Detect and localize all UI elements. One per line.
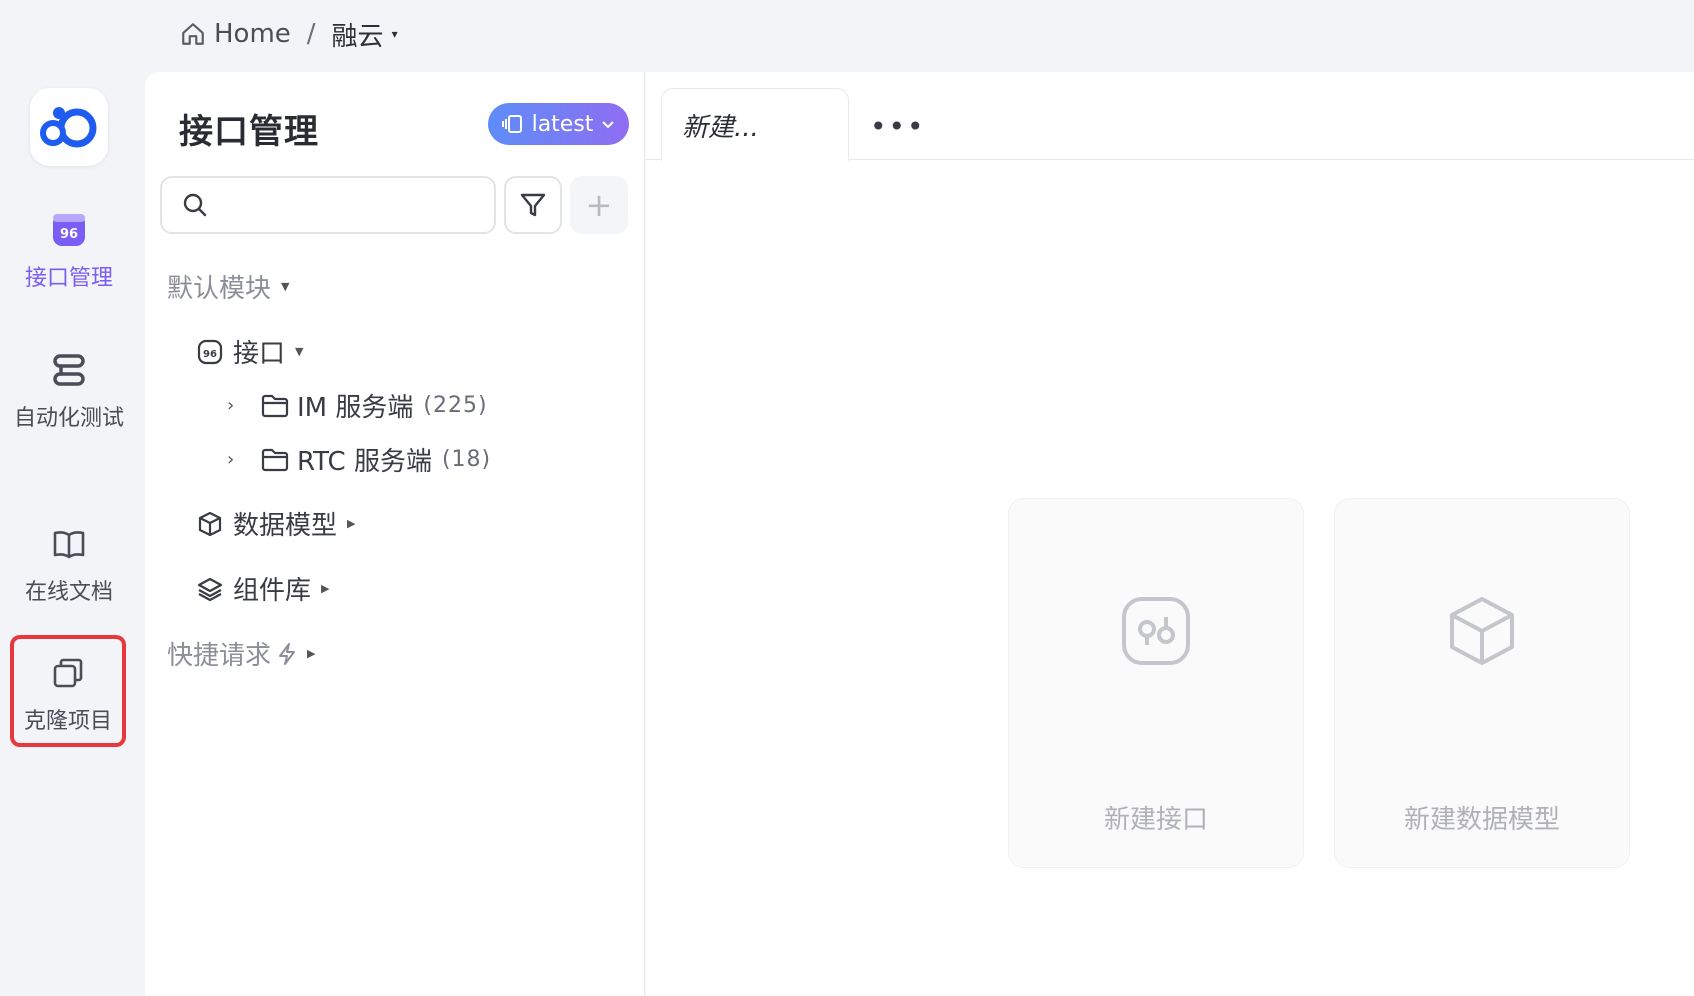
tree-label: RTC 服务端 [297, 447, 432, 477]
copy-icon [48, 653, 88, 693]
caret-down-icon: ▼ [281, 280, 290, 293]
version-selector[interactable]: latest [488, 103, 629, 145]
tree-label: 快捷请求 [167, 641, 272, 671]
folder-icon [261, 392, 289, 420]
svg-text:96: 96 [203, 349, 217, 360]
rail-item-label: 克隆项目 [23, 709, 112, 734]
rail-item-automation-test[interactable]: 自动化测试 [0, 350, 138, 432]
caret-right-icon: ▶ [307, 647, 316, 660]
filter-icon [520, 193, 546, 217]
tree-data-model[interactable]: 数据模型 ▶ [197, 505, 355, 542]
caret-down-icon: ▼ [295, 345, 304, 358]
cube-icon [1450, 597, 1514, 665]
project-dropdown-caret-icon[interactable]: ▾ [392, 27, 398, 41]
caret-right-icon: ▶ [321, 582, 330, 595]
left-rail: 96 接口管理 自动化测试 在线文档 克隆项目 [0, 72, 138, 996]
search-input[interactable] [218, 193, 478, 217]
new-api-card[interactable]: 新建接口 [1008, 498, 1304, 868]
book-icon [49, 524, 89, 564]
server-stack-icon [49, 350, 89, 390]
breadcrumb: Home / 融云 ▾ [180, 14, 398, 54]
breadcrumb-project[interactable]: 融云 [332, 16, 384, 53]
version-icon [501, 115, 522, 133]
rail-item-online-docs[interactable]: 在线文档 [0, 524, 138, 606]
add-button[interactable]: + [570, 176, 628, 234]
tree-label: IM 服务端 [297, 393, 414, 423]
rail-item-label: 接口管理 [24, 266, 113, 291]
rail-item-label: 自动化测试 [13, 406, 124, 431]
breadcrumb-home[interactable]: Home [214, 19, 291, 49]
tree-label: 组件库 [233, 576, 312, 606]
more-tabs-button[interactable]: ••• [870, 110, 926, 143]
tree-quick-request[interactable]: 快捷请求 ▶ [167, 635, 315, 672]
caret-right-icon: ▶ [347, 517, 356, 530]
search-icon [183, 193, 207, 217]
version-label: latest [531, 111, 594, 137]
tree-default-module[interactable]: 默认模块 ▼ [167, 268, 289, 305]
tree-folder-im[interactable]: › IM 服务端 (225) [227, 387, 488, 424]
tree-label: 数据模型 [233, 511, 338, 541]
new-data-model-card[interactable]: 新建数据模型 [1334, 498, 1630, 868]
tree-api-group[interactable]: 96 接口 ▼ [197, 333, 303, 370]
tree-count: (18) [441, 447, 492, 472]
chevron-right-icon[interactable]: › [227, 395, 245, 416]
api-icon: 96 [49, 210, 89, 250]
folder-icon [261, 446, 289, 474]
card-label: 新建接口 [1103, 805, 1208, 835]
search-box[interactable] [160, 176, 496, 234]
tree-label: 接口 [233, 339, 286, 369]
api-panel: 接口管理 latest + 默认模块 ▼ 96 接口 ▼ › IM 服务端 (2… [145, 72, 645, 996]
chevron-right-icon[interactable]: › [227, 449, 245, 470]
filter-button[interactable] [504, 176, 562, 234]
main-area: 新建... ••• 新建接口 新建数据模型 [646, 72, 1694, 996]
tab-new[interactable]: 新建... [661, 88, 849, 161]
tree-components[interactable]: 组件库 ▶ [197, 570, 329, 607]
api-icon: 96 [197, 338, 225, 366]
lightning-icon [279, 642, 296, 665]
card-label: 新建数据模型 [1403, 805, 1560, 835]
breadcrumb-separator: / [306, 19, 316, 49]
layers-icon [197, 575, 225, 603]
svg-text:96: 96 [60, 227, 78, 242]
rail-item-label: 在线文档 [24, 580, 113, 605]
tree-label: 默认模块 [167, 274, 272, 304]
rail-item-api-management[interactable]: 96 接口管理 [0, 210, 138, 292]
tab-bar: 新建... ••• [646, 72, 1694, 161]
rail-item-clone-project[interactable]: 克隆项目 [10, 635, 126, 747]
api-icon [1122, 597, 1190, 665]
home-icon[interactable] [180, 21, 206, 47]
tree-count: (225) [423, 393, 488, 418]
panel-title: 接口管理 [179, 112, 319, 152]
chevron-down-icon [602, 121, 615, 129]
tree-folder-rtc[interactable]: › RTC 服务端 (18) [227, 441, 491, 478]
cube-icon [197, 510, 225, 538]
logo-icon [40, 107, 97, 148]
app-logo[interactable] [30, 88, 108, 166]
